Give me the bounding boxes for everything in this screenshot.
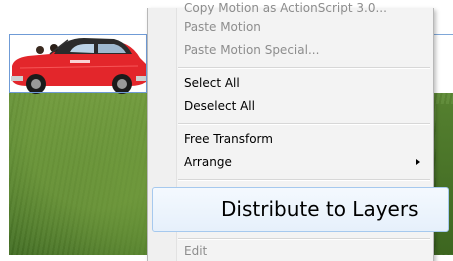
menu-separator xyxy=(178,123,430,125)
submenu-arrow-icon xyxy=(416,159,420,165)
menu-item-paste-motion-special[interactable]: Paste Motion Special... xyxy=(184,42,319,58)
menu-item-arrange[interactable]: Arrange xyxy=(184,154,232,170)
menu-item-paste-motion[interactable]: Paste Motion xyxy=(184,19,261,35)
menu-item-clipped-top: Copy Motion as ActionScript 3.0... xyxy=(184,1,387,15)
menu-item-edit[interactable]: Edit xyxy=(184,243,207,259)
menu-item-distribute-to-layers[interactable]: Distribute to Layers xyxy=(152,187,449,232)
menu-separator xyxy=(178,238,430,240)
selection-bounding-box xyxy=(9,34,147,93)
menu-separator xyxy=(178,67,430,69)
menu-item-label: Distribute to Layers xyxy=(221,197,419,221)
menu-item-free-transform[interactable]: Free Transform xyxy=(184,131,273,147)
flash-stage-canvas: Copy Motion as ActionScript 3.0... Paste… xyxy=(0,0,453,261)
menu-separator xyxy=(178,179,430,181)
menu-item-deselect-all[interactable]: Deselect All xyxy=(184,98,255,114)
menu-item-select-all[interactable]: Select All xyxy=(184,75,240,91)
